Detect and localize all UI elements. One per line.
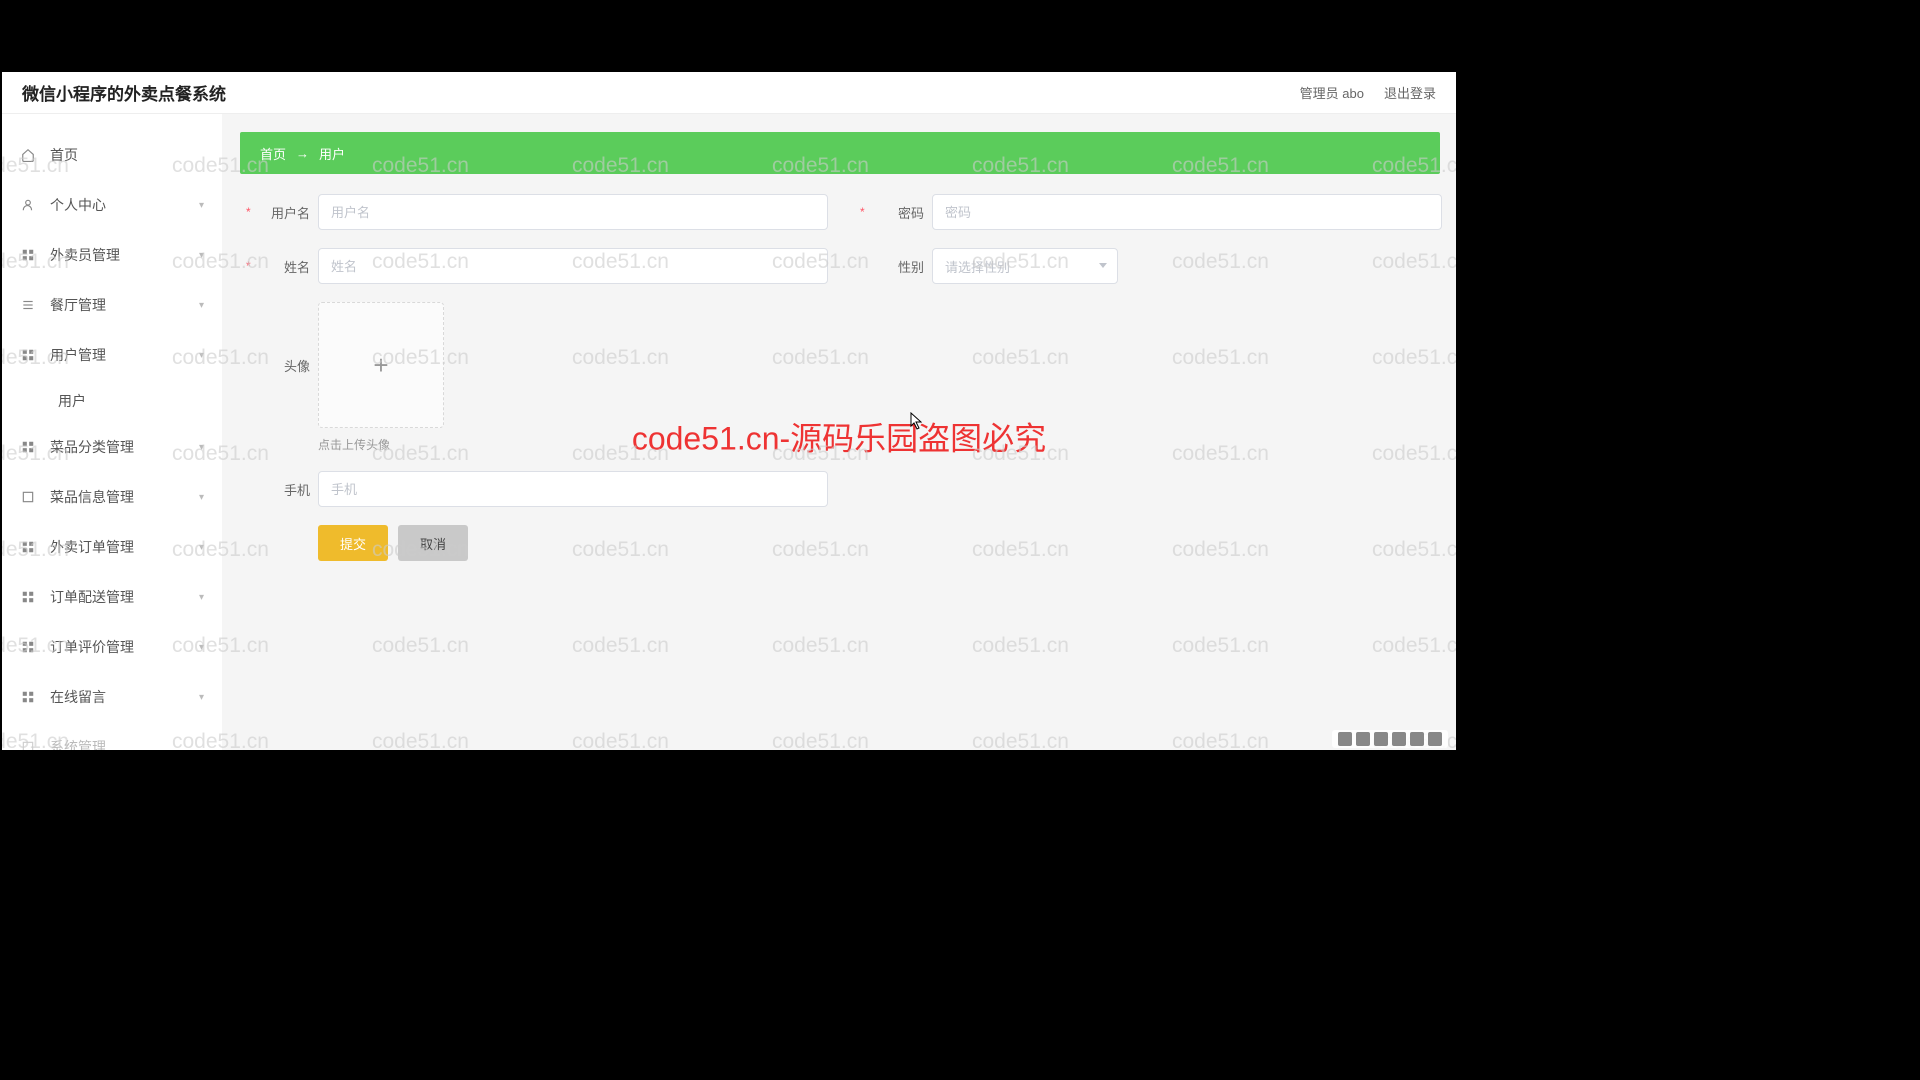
chevron-down-icon: ▾ [199, 300, 204, 311]
breadcrumb-current: 用户 [319, 144, 345, 163]
sidebar-item-message[interactable]: 在线留言 ▾ [2, 672, 222, 722]
app-title: 微信小程序的外卖点餐系统 [22, 80, 226, 105]
content: 首页 → 用户 用户名 密码 姓名 [222, 114, 1456, 750]
gender-placeholder: 请选择性别 [945, 257, 1010, 276]
sidebar-item-personal[interactable]: 个人中心 ▾ [2, 180, 222, 230]
avatar-label: 头像 [254, 356, 310, 375]
sidebar-item-user-mgmt[interactable]: 用户管理 ▾ [2, 330, 222, 380]
logout-button[interactable]: 退出登录 [1384, 83, 1436, 102]
sidebar-item-order[interactable]: 外卖订单管理 ▾ [2, 522, 222, 572]
tray-icon [1428, 732, 1442, 746]
arrow-icon: → [296, 146, 309, 161]
tray-icon [1374, 732, 1388, 746]
chevron-down-icon: ▾ [199, 442, 204, 453]
user-icon [20, 197, 36, 213]
password-input[interactable] [932, 194, 1442, 230]
grid-icon [20, 347, 36, 363]
sidebar-item-label: 外卖员管理 [50, 245, 120, 265]
grid-icon [20, 639, 36, 655]
sidebar-item-home[interactable]: 首页 [2, 130, 222, 180]
avatar-upload[interactable]: + [318, 302, 444, 428]
chevron-down-icon: ▾ [199, 492, 204, 503]
name-label: 姓名 [254, 257, 310, 276]
square-icon [20, 489, 36, 505]
sidebar-subitem-label: 用户 [58, 391, 86, 411]
admin-label[interactable]: 管理员 abo [1300, 83, 1364, 102]
sidebar-item-system[interactable]: 系统管理 [2, 722, 222, 750]
plus-icon: + [373, 352, 388, 378]
username-label: 用户名 [254, 203, 310, 222]
gender-select[interactable]: 请选择性别 [932, 248, 1118, 284]
chevron-down-icon: ▾ [199, 250, 204, 261]
sidebar-item-label: 个人中心 [50, 195, 106, 215]
sidebar-item-label: 餐厅管理 [50, 295, 106, 315]
phone-label: 手机 [254, 480, 310, 499]
chevron-down-icon: ▾ [199, 692, 204, 703]
chevron-down-icon: ▾ [199, 350, 204, 361]
sidebar-item-label: 首页 [50, 145, 78, 165]
chevron-down-icon: ▾ [199, 200, 204, 211]
sidebar-subitem-user[interactable]: 用户 [2, 380, 222, 422]
tray-icon [1338, 732, 1352, 746]
submit-button[interactable]: 提交 [318, 525, 388, 561]
grid-icon [20, 589, 36, 605]
home-icon [20, 147, 36, 163]
grid-icon [20, 539, 36, 555]
grid-icon [20, 439, 36, 455]
sidebar-item-label: 在线留言 [50, 687, 106, 707]
square-icon [20, 739, 36, 750]
sidebar-item-review[interactable]: 订单评价管理 ▾ [2, 622, 222, 672]
grid-icon [20, 689, 36, 705]
chevron-down-icon: ▾ [199, 592, 204, 603]
sidebar-item-delivery[interactable]: 外卖员管理 ▾ [2, 230, 222, 280]
sidebar-item-category[interactable]: 菜品分类管理 ▾ [2, 422, 222, 472]
chevron-down-icon: ▾ [199, 542, 204, 553]
password-label: 密码 [868, 203, 924, 222]
list-icon [20, 297, 36, 313]
sidebar-item-label: 用户管理 [50, 345, 106, 365]
sidebar-item-label: 订单评价管理 [50, 637, 134, 657]
breadcrumb: 首页 → 用户 [240, 132, 1440, 174]
sidebar-item-label: 订单配送管理 [50, 587, 134, 607]
username-input[interactable] [318, 194, 828, 230]
breadcrumb-home[interactable]: 首页 [260, 144, 286, 163]
sidebar-item-dish-info[interactable]: 菜品信息管理 ▾ [2, 472, 222, 522]
sidebar-item-label: 菜品信息管理 [50, 487, 134, 507]
sidebar-item-label: 外卖订单管理 [50, 537, 134, 557]
sidebar-item-label: 系统管理 [50, 737, 106, 750]
sidebar: 首页 个人中心 ▾ 外卖员管理 ▾ 餐厅管理 ▾ 用户管理 ▾ [2, 114, 222, 750]
cancel-button[interactable]: 取消 [398, 525, 468, 561]
gender-label: 性别 [868, 257, 924, 276]
tray-icon [1410, 732, 1424, 746]
tray-icon [1392, 732, 1406, 746]
user-form: 用户名 密码 姓名 性别 [240, 174, 1440, 581]
tray-icon [1356, 732, 1370, 746]
avatar-hint: 点击上传头像 [318, 436, 444, 453]
sidebar-item-restaurant[interactable]: 餐厅管理 ▾ [2, 280, 222, 330]
sidebar-item-delivery-mgmt[interactable]: 订单配送管理 ▾ [2, 572, 222, 622]
system-tray [1332, 730, 1448, 748]
topbar: 微信小程序的外卖点餐系统 管理员 abo 退出登录 [2, 72, 1456, 114]
phone-input[interactable] [318, 471, 828, 507]
sidebar-item-label: 菜品分类管理 [50, 437, 134, 457]
grid-icon [20, 247, 36, 263]
chevron-down-icon: ▾ [199, 642, 204, 653]
name-input[interactable] [318, 248, 828, 284]
